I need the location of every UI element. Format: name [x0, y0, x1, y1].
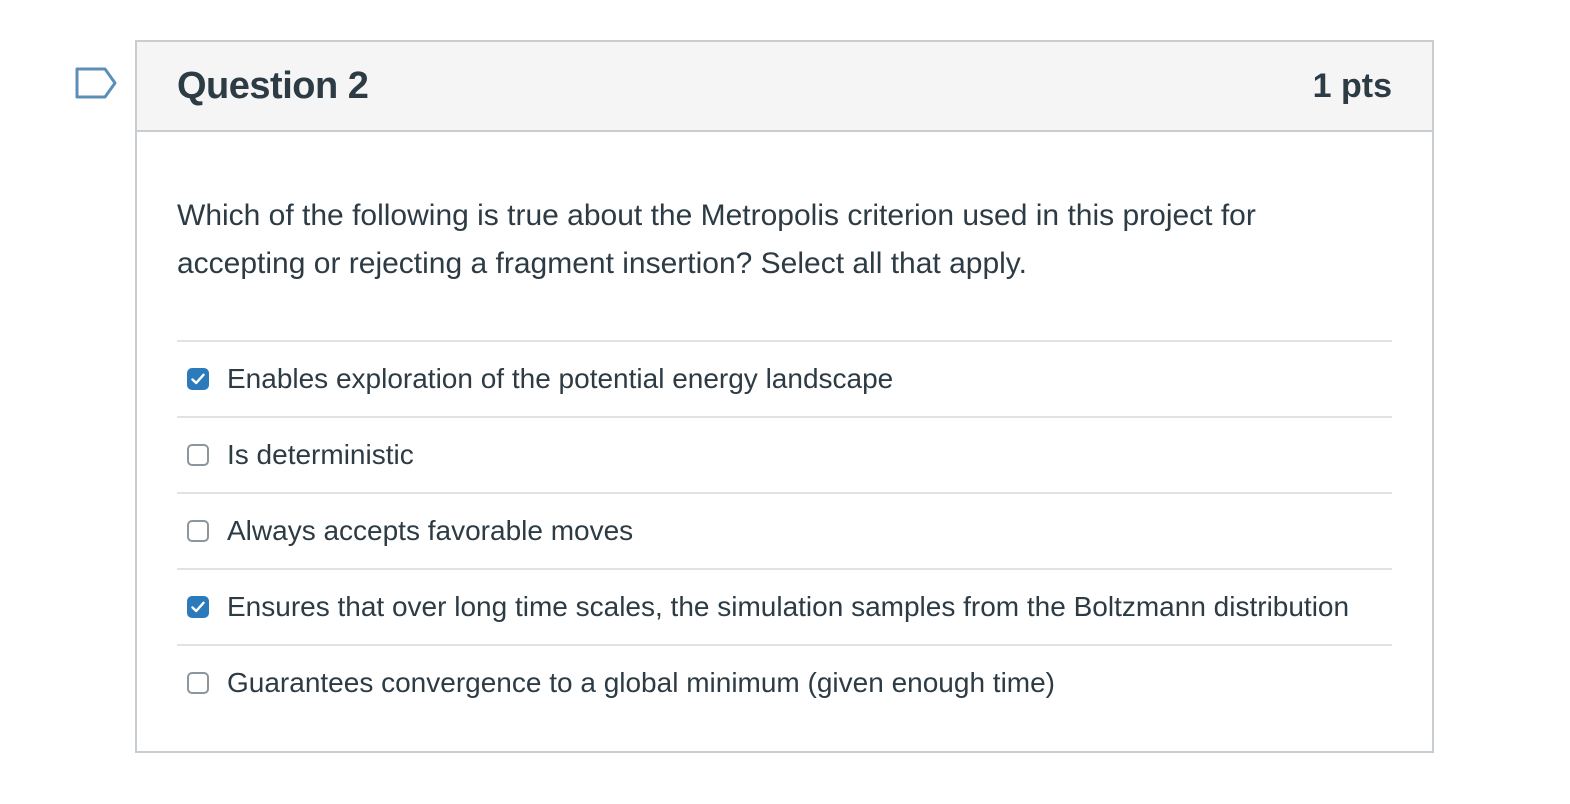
answer-checkbox[interactable]	[187, 520, 209, 542]
answer-option[interactable]: Guarantees convergence to a global minim…	[177, 646, 1392, 720]
answer-option[interactable]: Enables exploration of the potential ene…	[177, 342, 1392, 418]
question-card: Question 2 1 pts Which of the following …	[135, 40, 1434, 753]
answer-label[interactable]: Ensures that over long time scales, the …	[227, 591, 1349, 623]
checkmark-icon	[191, 601, 205, 613]
checkmark-icon	[191, 373, 205, 385]
question-header: Question 2 1 pts	[137, 42, 1432, 132]
flag-question-icon[interactable]	[75, 67, 119, 101]
answer-list: Enables exploration of the potential ene…	[177, 340, 1392, 720]
answer-option[interactable]: Always accepts favorable moves	[177, 494, 1392, 570]
question-title: Question 2	[177, 64, 369, 107]
answer-checkbox[interactable]	[187, 672, 209, 694]
answer-label[interactable]: Is deterministic	[227, 439, 414, 471]
answer-label[interactable]: Always accepts favorable moves	[227, 515, 633, 547]
answer-option[interactable]: Is deterministic	[177, 418, 1392, 494]
answer-option[interactable]: Ensures that over long time scales, the …	[177, 570, 1392, 646]
answer-label[interactable]: Guarantees convergence to a global minim…	[227, 667, 1055, 699]
answer-checkbox[interactable]	[187, 444, 209, 466]
answer-checkbox[interactable]	[187, 368, 209, 390]
answer-label[interactable]: Enables exploration of the potential ene…	[227, 363, 893, 395]
question-body: Which of the following is true about the…	[137, 132, 1432, 720]
answer-checkbox[interactable]	[187, 596, 209, 618]
question-text: Which of the following is true about the…	[177, 199, 1256, 280]
question-points: 1 pts	[1312, 66, 1392, 105]
